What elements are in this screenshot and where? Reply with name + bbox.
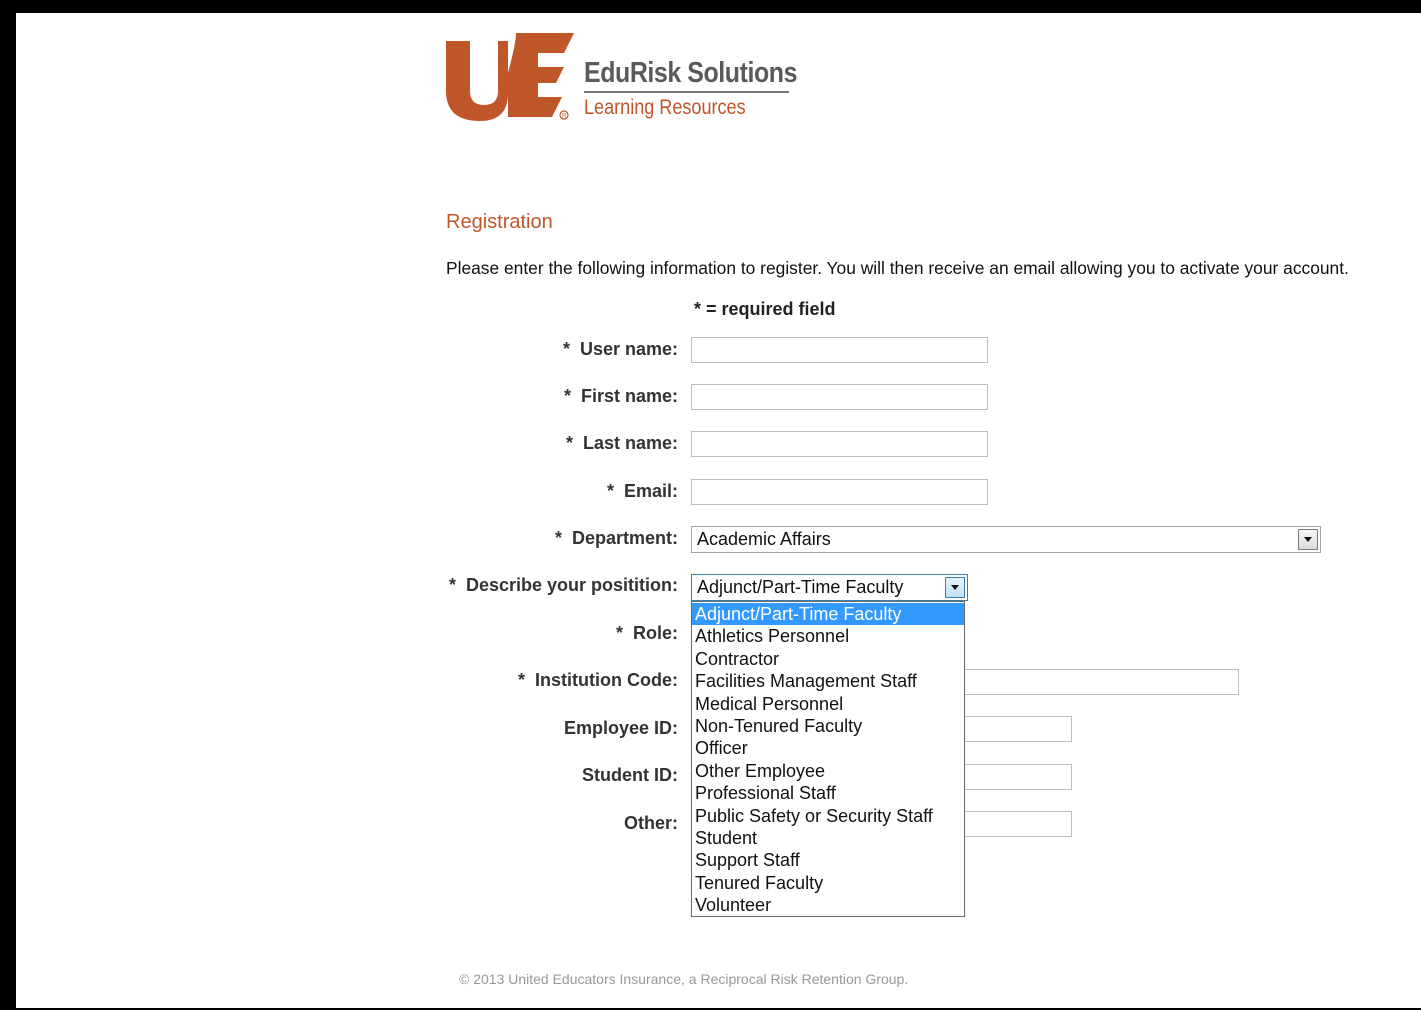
department-label: * Department: — [554, 528, 678, 548]
email-label: * Email: — [606, 481, 678, 501]
dropdown-option[interactable]: Other Employee — [692, 760, 964, 782]
employee-id-label: Employee ID: — [563, 718, 678, 738]
last-name-input[interactable] — [691, 431, 988, 457]
dropdown-option[interactable]: Athletics Personnel — [692, 625, 964, 647]
other-label: Other: — [624, 813, 678, 833]
username-label: * User name: — [562, 339, 678, 359]
required-marker: * — [518, 670, 526, 690]
position-dropdown-list[interactable]: Adjunct/Part-Time Faculty Athletics Pers… — [691, 601, 965, 917]
window-border — [6, 6, 16, 1010]
dropdown-option[interactable]: Contractor — [692, 648, 964, 670]
dropdown-option[interactable]: Facilities Management Staff — [692, 670, 964, 692]
dropdown-option[interactable]: Public Safety or Security Staff — [692, 805, 964, 827]
brand-name: EduRisk Solutions — [584, 57, 798, 89]
position-label: * Describe your positition: — [448, 575, 678, 595]
institution-code-label: * Institution Code: — [518, 670, 678, 690]
dropdown-option[interactable]: Non-Tenured Faculty — [692, 715, 964, 737]
required-field-note: * = required field — [694, 299, 836, 319]
required-marker: * — [565, 433, 573, 453]
copyright-footer: © 2013 United Educators Insurance, a Rec… — [459, 971, 909, 987]
dropdown-option[interactable]: Student — [692, 827, 964, 849]
intro-text: Please enter the following information t… — [446, 258, 1349, 278]
student-id-label: Student ID: — [582, 765, 678, 785]
required-marker: * — [554, 528, 562, 548]
dropdown-option[interactable]: Support Staff — [692, 849, 964, 871]
department-select[interactable]: Academic Affairs — [691, 526, 1321, 553]
dropdown-option[interactable]: Adjunct/Part-Time Faculty — [692, 603, 964, 626]
required-marker: * — [448, 575, 456, 595]
svg-text:R: R — [562, 114, 567, 120]
position-select[interactable]: Adjunct/Part-Time Faculty — [691, 574, 968, 601]
first-name-input[interactable] — [691, 384, 988, 410]
last-name-label: * Last name: — [565, 433, 678, 453]
dropdown-option[interactable]: Officer — [692, 737, 964, 759]
dropdown-option[interactable]: Medical Personnel — [692, 693, 964, 715]
brand-divider — [584, 91, 789, 93]
dropdown-option[interactable]: Tenured Faculty — [692, 872, 964, 894]
first-name-label: * First name: — [563, 386, 678, 406]
department-selected-value: Academic Affairs — [697, 529, 831, 549]
chevron-down-icon[interactable] — [945, 577, 965, 598]
username-input[interactable] — [691, 337, 988, 363]
required-marker: * — [615, 623, 623, 643]
position-selected-value: Adjunct/Part-Time Faculty — [697, 577, 904, 597]
dropdown-option[interactable]: Volunteer — [692, 894, 964, 916]
brand-tagline: Learning Resources — [584, 96, 746, 119]
role-label: * Role: — [615, 623, 678, 643]
required-marker: * — [606, 481, 614, 501]
registration-page: R EduRisk Solutions Learning Resources R… — [16, 13, 1421, 1008]
dropdown-option[interactable]: Professional Staff — [692, 782, 964, 804]
required-marker: * — [562, 339, 570, 359]
required-marker: * — [563, 386, 571, 406]
page-title: Registration — [446, 211, 553, 233]
chevron-down-icon[interactable] — [1298, 529, 1318, 550]
email-input[interactable] — [691, 479, 988, 505]
